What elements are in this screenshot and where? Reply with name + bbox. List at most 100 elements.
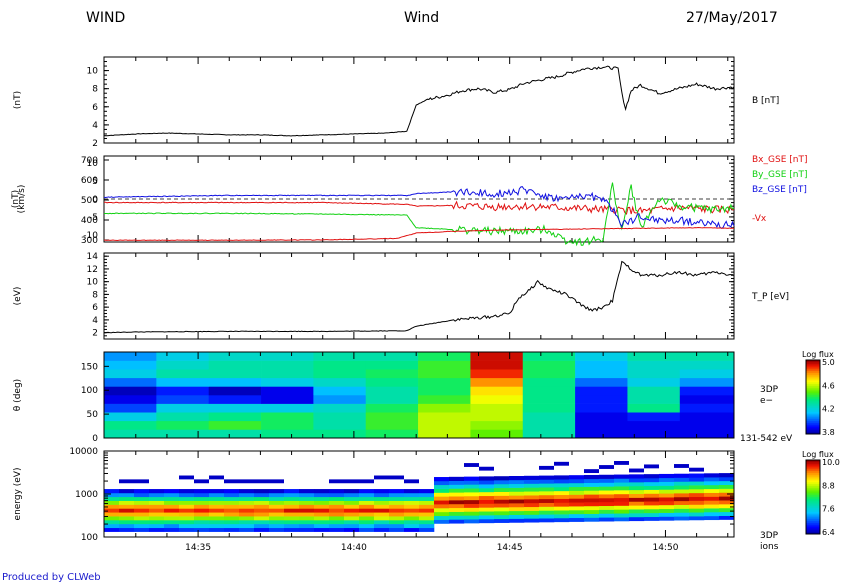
spectrogram-cell: [584, 478, 600, 484]
spectrogram-cell: [344, 520, 360, 525]
spectrogram-cell: [119, 516, 135, 521]
heatmap-cell: [208, 429, 262, 439]
heatmap-cell: [627, 360, 681, 370]
spectrogram-cell: [554, 490, 570, 496]
spectrogram-cell: [149, 489, 165, 494]
spectrogram-cell: [599, 501, 615, 507]
spectrogram-cell: [704, 512, 720, 517]
spectrogram-cell: [389, 504, 405, 509]
spectrogram-cell: [629, 497, 645, 502]
spectrogram-cell: [224, 520, 240, 525]
spectrogram-cell: [224, 479, 239, 484]
spectrogram-cell: [614, 461, 629, 465]
spectrogram-cell: [659, 516, 675, 521]
spectrogram-cell: [344, 492, 360, 498]
spectrogram-cell: [509, 487, 525, 492]
spectrogram-cell: [149, 523, 165, 529]
spectrogram-cell: [209, 516, 225, 521]
panel-0-ytick-label: 8: [92, 85, 98, 95]
heatmap-cell: [156, 420, 209, 430]
spectrogram-cell: [119, 496, 135, 501]
spectrogram-cell: [329, 504, 345, 509]
spectrogram-cell: [239, 508, 255, 513]
spectrogram-cell: [119, 508, 135, 513]
heatmap-cell: [313, 412, 367, 422]
spectrogram-cell: [194, 479, 209, 484]
spectrogram-cell: [119, 512, 135, 517]
panel-0-frame: [103, 56, 735, 144]
spectrogram-cell: [104, 489, 120, 494]
heatmap-cell: [418, 386, 471, 396]
spectrogram-cell: [569, 513, 585, 519]
spectrogram-cell: [509, 491, 525, 496]
spectrogram-cell: [119, 527, 135, 532]
spectrogram-cell: [704, 508, 720, 513]
spectrogram-cell: [194, 496, 210, 501]
spectrogram-cell: [104, 527, 120, 532]
spectrogram-cell: [314, 504, 330, 509]
legend-0-0: B [nT]: [752, 96, 779, 106]
heatmap-cell: [627, 386, 681, 396]
spectrogram-cell: [674, 477, 690, 482]
heatmap-cell: [418, 429, 471, 439]
spectrogram-cell: [239, 523, 255, 529]
colorbar-4-tick: 7.6: [822, 505, 835, 514]
spectrogram-cell: [119, 520, 135, 525]
spectrogram-cell: [239, 516, 255, 521]
spectrogram-cell: [509, 518, 525, 523]
heatmap-cell: [627, 429, 681, 439]
spectrogram-cell: [389, 520, 405, 525]
spectrogram-cell: [674, 493, 690, 498]
legend-2-0: T_P [eV]: [751, 292, 789, 302]
heatmap-cell: [575, 403, 628, 413]
spectrogram-cell: [584, 469, 599, 474]
heatmap-cell: [313, 352, 367, 361]
heatmap-cell: [208, 352, 262, 361]
spectrogram-cell: [569, 494, 585, 499]
spectrogram-cell: [674, 512, 690, 517]
spectrogram-cell: [479, 480, 495, 485]
spectrogram-cell: [134, 492, 150, 498]
heatmap-cell: [104, 360, 157, 370]
heatmap-cell: [261, 369, 314, 379]
footer-credit: Produced by CLWeb: [2, 572, 101, 583]
spectrogram-cell: [254, 496, 270, 501]
spectrogram-cell: [644, 501, 660, 506]
time-tick-label: 14:40: [341, 543, 367, 553]
spectrogram-cell: [629, 505, 645, 510]
spectrogram-cell: [614, 486, 630, 491]
spectrogram-cell: [614, 501, 630, 506]
spectrogram-cell: [299, 516, 315, 521]
heatmap-cell: [261, 352, 314, 361]
spectrogram-cell: [434, 492, 450, 497]
series-line-0-0: [103, 65, 735, 137]
spectrogram-cell: [209, 523, 225, 529]
spectrogram-cell: [269, 504, 285, 509]
spectrogram-cell: [704, 484, 720, 490]
spectrogram-cell: [404, 516, 420, 521]
spectrogram-cell: [449, 484, 465, 489]
panel-1-ytick-overlay: 10: [87, 159, 99, 169]
spectrogram-cell: [434, 511, 450, 517]
heatmap-cell: [365, 429, 419, 439]
spectrogram-cell: [374, 527, 390, 532]
spectrogram-cell: [374, 492, 390, 498]
panel-1-ytick-overlay: -5: [89, 213, 98, 223]
heatmap-cell: [104, 377, 157, 387]
heatmap-cell: [156, 429, 209, 439]
spectrogram-cell: [419, 508, 435, 513]
spectrogram-cell: [584, 513, 600, 518]
spectrogram-cell: [254, 523, 270, 529]
spectrogram-cell: [209, 527, 225, 532]
spectrogram-cell: [344, 489, 360, 494]
spectrogram-cell: [164, 492, 180, 498]
heatmap-cell: [104, 429, 157, 439]
spectrogram-cell: [644, 493, 660, 498]
heatmap-cell: [522, 360, 576, 370]
spectrogram-cell: [539, 494, 555, 500]
time-tick-label: 14:35: [185, 543, 211, 553]
spectrogram-cell: [599, 486, 615, 491]
heatmap-cell: [313, 369, 367, 379]
spectrogram-cell: [524, 479, 540, 484]
time-tick-label: 14:45: [497, 543, 523, 553]
